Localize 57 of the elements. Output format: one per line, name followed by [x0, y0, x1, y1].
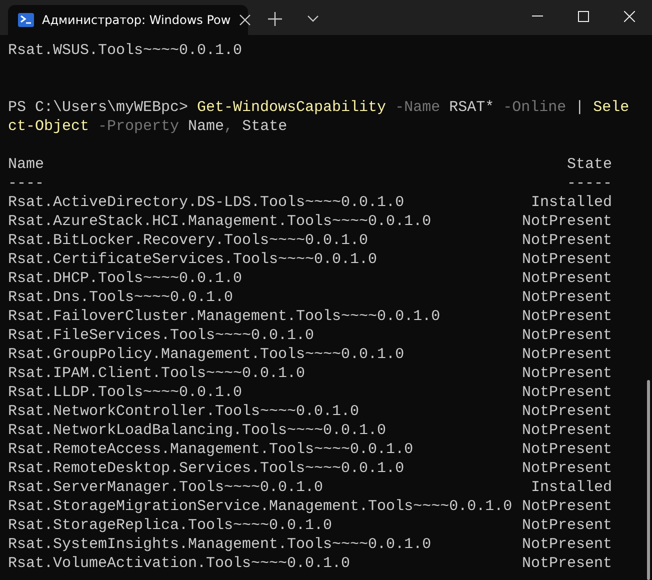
header-rule: ---- [8, 175, 44, 192]
close-icon [238, 14, 251, 26]
capability-name: Rsat.LLDP.Tools~~~~0.0.1.0 [8, 384, 242, 401]
capability-name: Rsat.IPAM.Client.Tools~~~~0.0.1.0 [8, 365, 306, 382]
capability-state: NotPresent [522, 383, 612, 402]
scrollbar-thumb[interactable] [647, 380, 650, 580]
capability-name: Rsat.NetworkLoadBalancing.Tools~~~~0.0.1.0 [8, 422, 386, 439]
command-line: PS C:\Users\myWEBpc> Get-WindowsCapability -Name RSAT* -Online | Select-Object -Property Name, State [8, 98, 630, 136]
output-line: Rsat.WSUS.Tools~~~~0.0.1.0 [8, 42, 242, 59]
terminal-tab[interactable]: Администратор: Windows Pow [8, 5, 248, 35]
capability-state: NotPresent [522, 516, 612, 535]
capability-name: Rsat.AzureStack.HCI.Management.Tools~~~~0.0.1.0 [8, 213, 432, 230]
capability-name: Rsat.ServerManager.Tools~~~~0.0.1.0 [8, 479, 324, 496]
capability-name: Rsat.BitLocker.Recovery.Tools~~~~0.0.1.0 [8, 232, 368, 249]
capability-state: Installed [530, 478, 612, 497]
capability-state: NotPresent [522, 288, 612, 307]
capability-name: Rsat.RemoteAccess.Management.Tools~~~~0.0.1.0 [8, 441, 414, 458]
close-icon [624, 10, 634, 22]
capability-state: NotPresent [522, 440, 612, 459]
chevron-down-icon [307, 15, 319, 23]
capability-state: NotPresent [522, 345, 612, 364]
capability-state: NotPresent [522, 497, 612, 516]
capability-name: Rsat.StorageReplica.Tools~~~~0.0.1.0 [8, 517, 332, 534]
header-rule: ----- [566, 174, 612, 193]
capability-name: Rsat.FailoverCluster.Management.Tools~~~~0.0.1.0 [8, 308, 440, 325]
plus-icon [268, 12, 282, 26]
capability-name: Rsat.VolumeActivation.Tools~~~~0.0.1.0 [8, 555, 350, 572]
capability-state: NotPresent [522, 307, 612, 326]
capability-name: Rsat.NetworkController.Tools~~~~0.0.1.0 [8, 403, 360, 420]
capability-state: NotPresent [522, 269, 612, 288]
tab-title: Администратор: Windows Pow [42, 12, 231, 29]
capability-name: Rsat.FileServices.Tools~~~~0.0.1.0 [8, 327, 314, 344]
capability-name: Rsat.Dns.Tools~~~~0.0.1.0 [8, 289, 234, 306]
capability-state: NotPresent [522, 212, 612, 231]
capability-state: Installed [530, 193, 612, 212]
column-header: State [566, 155, 612, 174]
capability-state: NotPresent [522, 554, 612, 573]
capability-state: NotPresent [522, 459, 612, 478]
capability-name: Rsat.StorageMigrationService.Management.Tools~~~~0.0.1.0 [8, 498, 512, 515]
close-tab-button[interactable] [238, 14, 251, 26]
capability-state: NotPresent [522, 402, 612, 421]
capability-state: NotPresent [522, 250, 612, 269]
minimize-icon [532, 15, 542, 17]
capability-name: Rsat.CertificateServices.Tools~~~~0.0.1.0 [8, 251, 378, 268]
capability-state: NotPresent [522, 326, 612, 345]
capability-state: NotPresent [522, 364, 612, 383]
capability-name: Rsat.ActiveDirectory.DS-LDS.Tools~~~~0.0.1.0 [8, 194, 404, 211]
capability-state: NotPresent [522, 421, 612, 440]
capability-name: Rsat.GroupPolicy.Management.Tools~~~~0.0.1.0 [8, 346, 404, 363]
capability-state: NotPresent [522, 231, 612, 250]
capability-name: Rsat.RemoteDesktop.Services.Tools~~~~0.0.1.0 [8, 460, 404, 477]
maximize-icon [578, 10, 588, 22]
capability-name: Rsat.DHCP.Tools~~~~0.0.1.0 [8, 270, 242, 287]
capability-state: NotPresent [522, 535, 612, 554]
column-header: Name [8, 155, 46, 174]
powershell-icon [18, 12, 34, 28]
capability-name: Rsat.SystemInsights.Management.Tools~~~~0.0.1.0 [8, 536, 432, 553]
